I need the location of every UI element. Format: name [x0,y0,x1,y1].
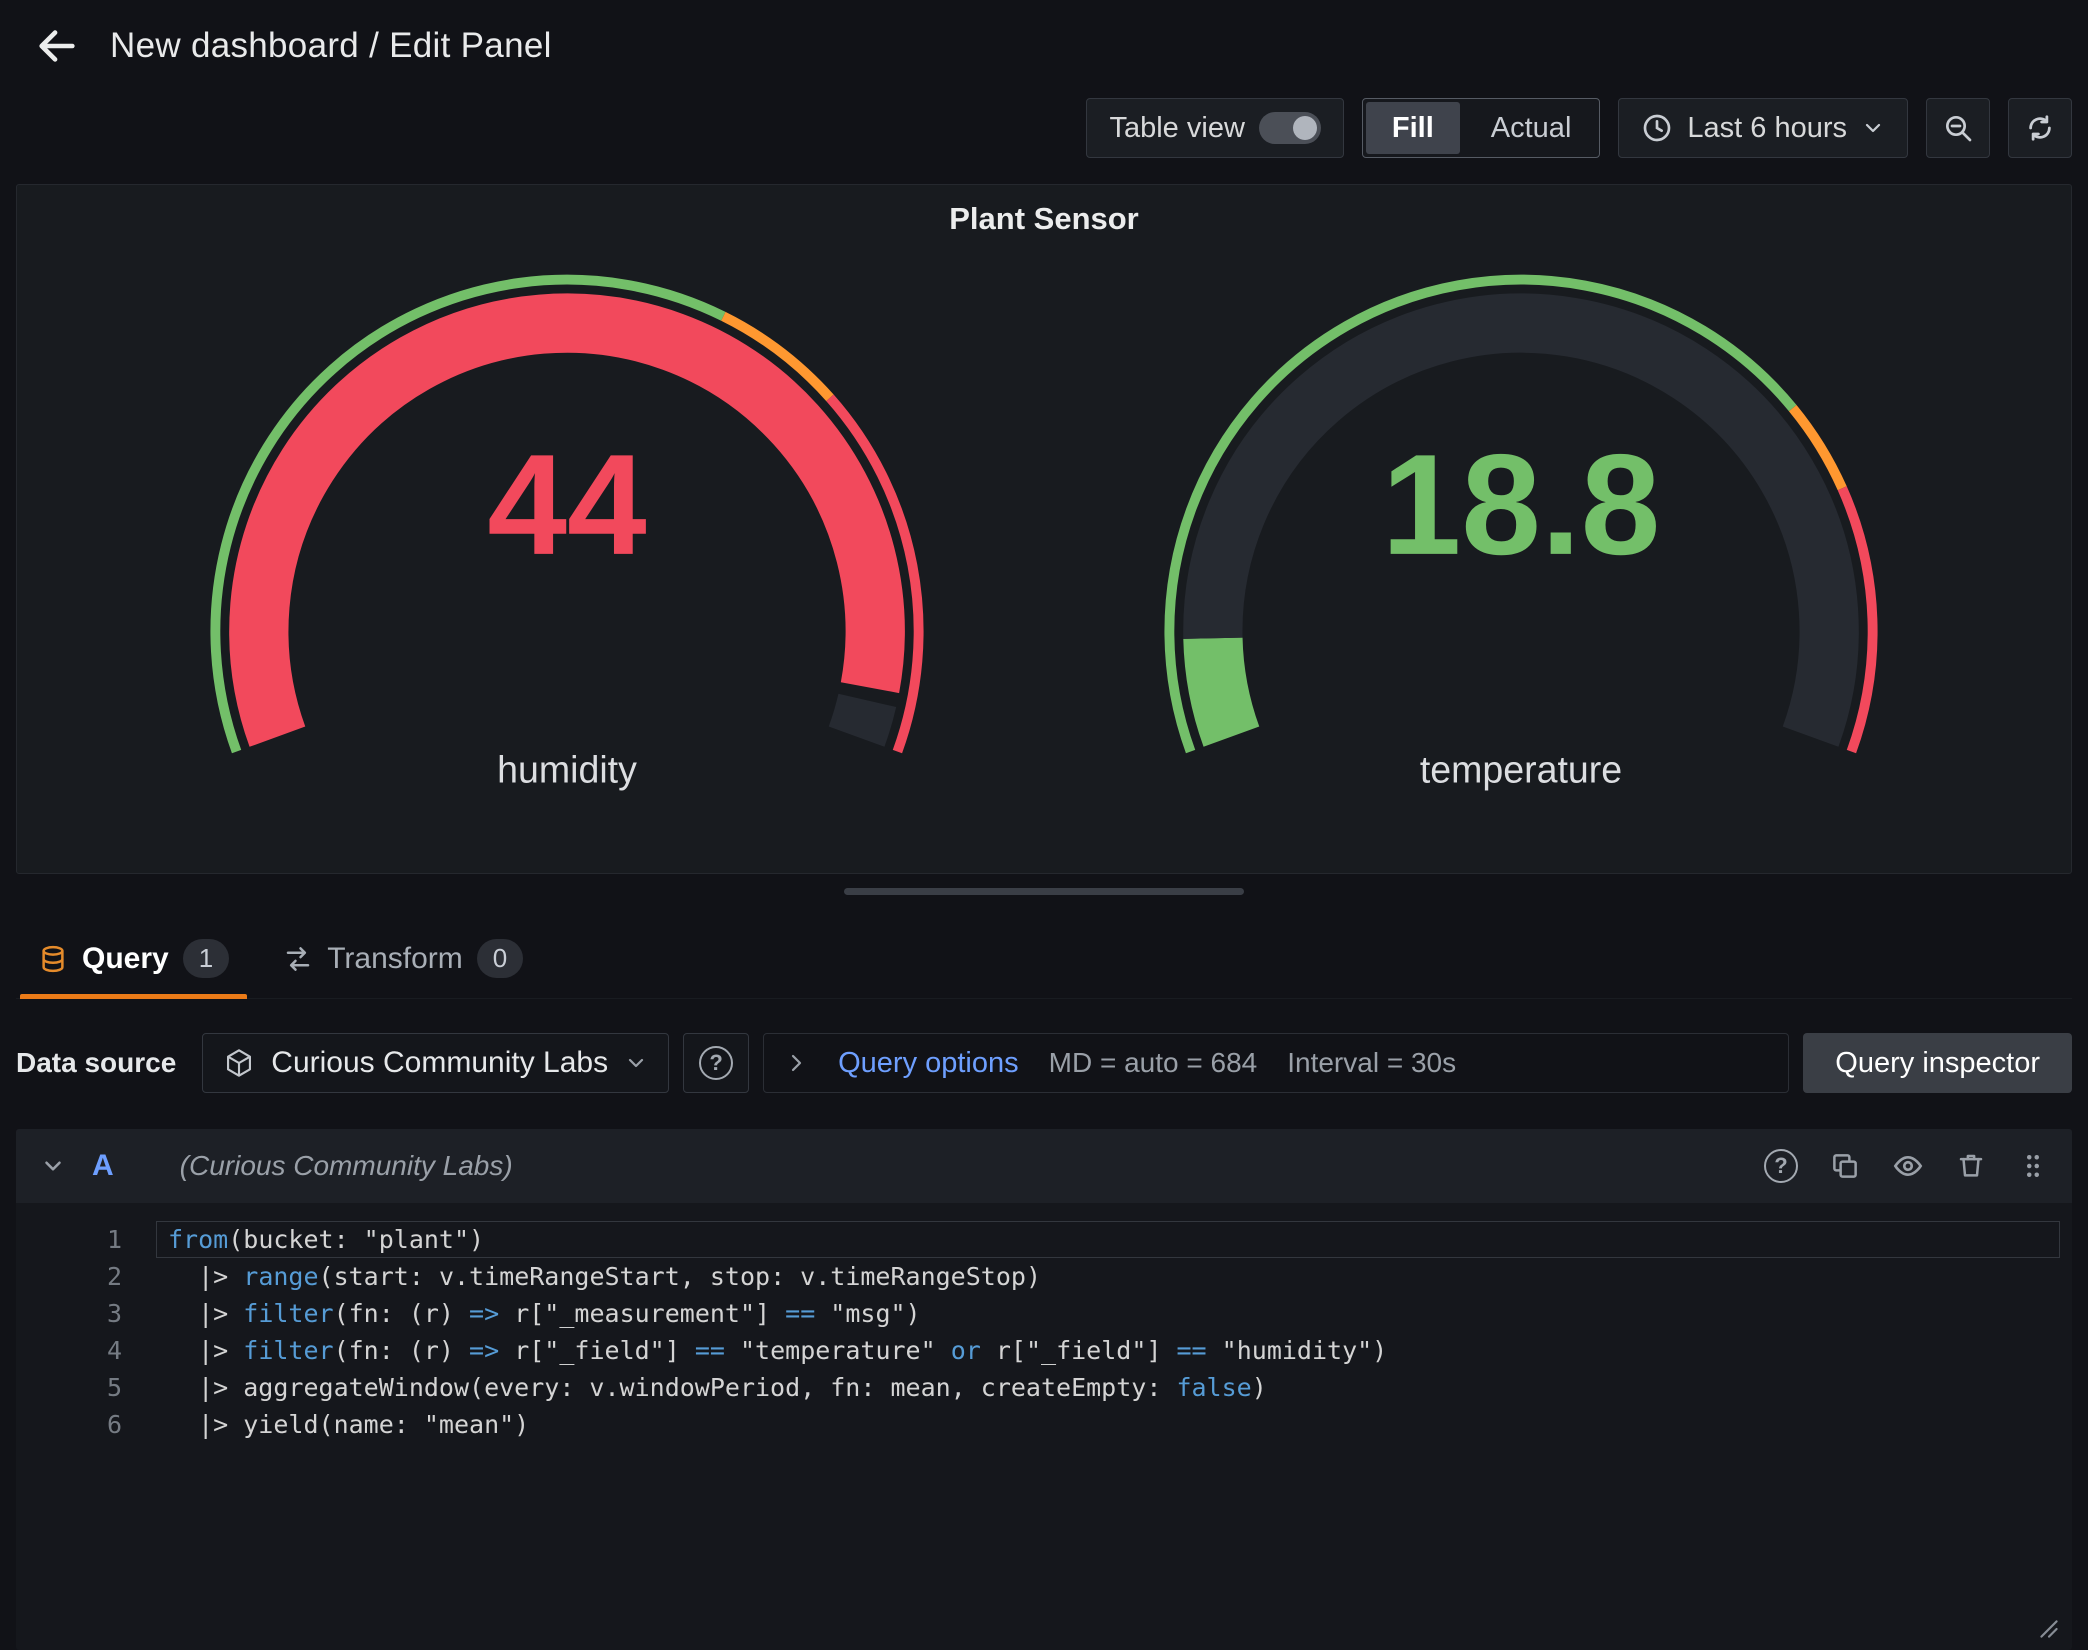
tab-transform-label: Transform [327,942,463,976]
drag-handle-icon[interactable] [2018,1151,2048,1181]
fill-option[interactable]: Fill [1366,102,1460,154]
gauge-value: 18.8 [1382,425,1661,585]
query-row-card: A (Curious Community Labs) ? 1 from(bucke… [16,1129,2072,1650]
panel-preview: Plant Sensor 44 humidity 18.8 temperature [16,184,2072,874]
code-text: |> yield(name: "mean") [168,1406,2060,1443]
query-ref-id: A [92,1149,114,1183]
delete-query-icon[interactable] [1956,1151,1986,1181]
gauge-label: humidity [497,749,637,791]
line-number: 2 [60,1262,122,1291]
toolbar: Table view Fill Actual Last 6 hours [0,92,2088,184]
query-options-link[interactable]: Query options [838,1047,1019,1080]
page-title: New dashboard / Edit Panel [110,26,552,66]
collapse-query-icon[interactable] [40,1153,66,1179]
query-inspector-button[interactable]: Query inspector [1803,1033,2072,1093]
code-text: from(bucket: "plant") [156,1221,2060,1258]
code-line[interactable]: 1 from(bucket: "plant") [60,1221,2060,1258]
refresh-icon [2025,113,2055,143]
header-bar: New dashboard / Edit Panel [0,0,2088,92]
hide-query-icon[interactable] [1892,1150,1924,1182]
flux-query-editor[interactable]: 1from(bucket: "plant")2 |> range(start: … [16,1203,2072,1650]
code-lines: 1from(bucket: "plant")2 |> range(start: … [60,1221,2060,1443]
line-number: 6 [60,1410,122,1439]
table-view-control[interactable]: Table view [1086,98,1343,158]
code-line[interactable]: 2 |> range(start: v.timeRangeStart, stop… [60,1258,2060,1295]
gauge-value: 44 [487,425,646,585]
refresh-button[interactable] [2008,98,2072,158]
actual-option[interactable]: Actual [1463,99,1600,157]
code-line[interactable]: 6 |> yield(name: "mean") [60,1406,2060,1443]
clock-icon [1641,112,1673,144]
query-options-bar: Query options MD = auto = 684 Interval =… [763,1033,1789,1093]
code-line[interactable]: 4 |> filter(fn: (r) => r["_field"] == "t… [60,1332,2060,1369]
transform-count-badge: 0 [477,939,523,978]
query-row-header[interactable]: A (Curious Community Labs) ? [16,1129,2072,1203]
line-number: 1 [60,1225,122,1254]
time-range-picker[interactable]: Last 6 hours [1618,98,1908,158]
table-view-label: Table view [1109,112,1244,145]
gauge-value-arc [1213,638,1232,736]
panel-wrapper: Plant Sensor 44 humidity 18.8 temperature [16,184,2072,874]
max-data-points-text: MD = auto = 684 [1049,1047,1258,1079]
tab-query-label: Query [82,942,169,976]
panel-title: Plant Sensor [17,201,2071,237]
transform-icon [283,944,313,974]
grafana-panel-editor: New dashboard / Edit Panel Table view Fi… [0,0,2088,1650]
panel-resize-handle[interactable] [844,888,1244,895]
code-text: |> range(start: v.timeRangeStart, stop: … [168,1258,2060,1295]
zoom-out-button[interactable] [1926,98,1990,158]
datasource-row: Data source Curious Community Labs ? Que… [16,1033,2072,1093]
zoom-out-icon [1942,112,1974,144]
query-help-icon[interactable]: ? [1764,1149,1798,1183]
time-range-label: Last 6 hours [1687,112,1847,145]
code-text: |> filter(fn: (r) => r["_measurement"] =… [168,1295,2060,1332]
query-count-badge: 1 [183,939,229,978]
back-button[interactable] [34,23,80,69]
chevron-down-icon [1861,116,1885,140]
code-text: |> filter(fn: (r) => r["_field"] == "tem… [168,1332,2060,1369]
help-icon: ? [699,1046,733,1080]
datasource-logo-icon [223,1047,255,1079]
database-icon [38,944,68,974]
duplicate-query-icon[interactable] [1830,1151,1860,1181]
code-line[interactable]: 3 |> filter(fn: (r) => r["_measurement"]… [60,1295,2060,1332]
line-number: 4 [60,1336,122,1365]
gauge-value-arc [856,700,867,736]
datasource-help-button[interactable]: ? [683,1033,749,1093]
query-actions: ? [1764,1149,2048,1183]
table-view-switch[interactable] [1259,112,1321,144]
gauge-humidity: 44 humidity [162,251,972,814]
chevron-down-icon [624,1051,648,1075]
gauge-label: temperature [1420,749,1622,791]
chevron-right-icon[interactable] [784,1051,808,1075]
tab-query[interactable]: Query 1 [16,925,251,998]
datasource-label: Data source [16,1047,176,1079]
query-datasource-note: (Curious Community Labs) [180,1150,513,1182]
datasource-selected: Curious Community Labs [271,1046,608,1080]
arrow-left-icon [34,23,80,69]
interval-text: Interval = 30s [1287,1047,1456,1079]
code-line[interactable]: 5 |> aggregateWindow(every: v.windowPeri… [60,1369,2060,1406]
gauge-panel: 44 humidity 18.8 temperature [17,251,2071,814]
fill-actual-toggle: Fill Actual [1362,98,1601,158]
line-number: 3 [60,1299,122,1328]
editor-resize-handle[interactable] [2036,1616,2062,1642]
line-number: 5 [60,1373,122,1402]
switch-knob [1293,116,1317,140]
editor-tabs: Query 1 Transform 0 [16,925,2072,999]
tab-transform[interactable]: Transform 0 [261,925,545,998]
gauge-temperature: 18.8 temperature [1116,251,1926,814]
datasource-picker[interactable]: Curious Community Labs [202,1033,669,1093]
code-text: |> aggregateWindow(every: v.windowPeriod… [168,1369,2060,1406]
